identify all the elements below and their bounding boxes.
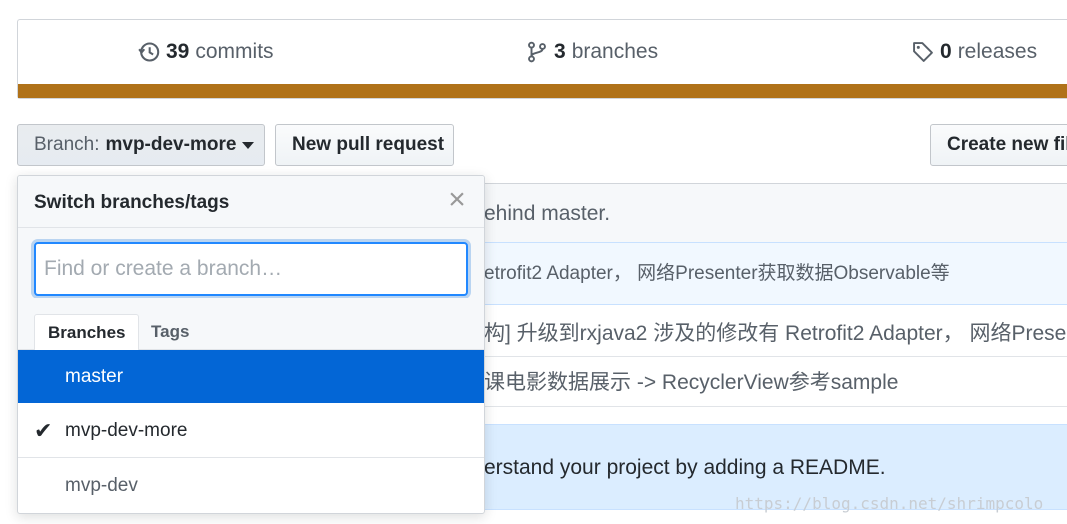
- branch-icon: [528, 41, 546, 63]
- latest-commit-row[interactable]: etrofit2 Adapter， 网络Presenter获取数据Observa…: [484, 243, 1067, 305]
- tab-tags[interactable]: Tags: [138, 314, 202, 351]
- summary-row: 39 commits 3 branches 0 releases: [18, 20, 1067, 84]
- commits-label: commits: [195, 40, 274, 63]
- branch-filter-input[interactable]: [34, 242, 468, 296]
- check-icon: ✔: [34, 418, 53, 443]
- file-row-commit-message[interactable]: 构] 升级到rxjava2 涉及的修改有 Retrofit2 Adapter， …: [484, 305, 1067, 357]
- watermark: https://blog.csdn.net/shrimpcolo: [735, 494, 1044, 513]
- branch-item-master[interactable]: master: [18, 350, 484, 403]
- branch-status-row: ehind master.: [484, 183, 1067, 243]
- branch-item-label: mvp-dev: [65, 475, 138, 496]
- branch-dropdown-menu: Switch branches/tags × Branches Tags mas…: [17, 175, 485, 514]
- dropdown-tabs: Branches Tags: [18, 298, 484, 351]
- file-row-commit-message[interactable]: 课电影数据展示 -> RecyclerView参考sample: [484, 357, 1067, 407]
- branch-item-label: mvp-dev-more: [65, 420, 188, 441]
- commits-link[interactable]: 39 commits: [138, 40, 274, 64]
- caret-down-icon: [242, 141, 255, 149]
- branch-item-mvp-dev[interactable]: mvp-dev: [18, 458, 484, 513]
- commits-count: 39: [166, 40, 190, 63]
- branch-select-button[interactable]: Branch: mvp-dev-more: [17, 124, 265, 166]
- language-bar[interactable]: [18, 84, 1067, 98]
- tag-icon: [913, 42, 933, 62]
- create-new-file-button[interactable]: Create new file: [930, 124, 1067, 166]
- branches-count: 3: [554, 40, 566, 63]
- dropdown-header: Switch branches/tags ×: [18, 176, 484, 228]
- close-icon[interactable]: ×: [444, 185, 470, 216]
- history-icon: [138, 42, 160, 62]
- releases-count: 0: [940, 40, 952, 63]
- releases-link[interactable]: 0 releases: [912, 40, 1037, 64]
- branches-label: branches: [571, 40, 659, 63]
- branch-list: master ✔ mvp-dev-more mvp-dev: [18, 350, 484, 513]
- branch-item-mvp-dev-more[interactable]: ✔ mvp-dev-more: [18, 403, 484, 458]
- dropdown-title: Switch branches/tags: [34, 192, 230, 213]
- releases-label: releases: [957, 40, 1038, 63]
- branches-link[interactable]: 3 branches: [526, 40, 658, 64]
- tab-branches[interactable]: Branches: [34, 314, 140, 351]
- branch-prefix: Branch:: [34, 134, 100, 155]
- current-branch-name: mvp-dev-more: [105, 134, 237, 155]
- repo-summary-bar: 39 commits 3 branches 0 releases: [17, 19, 1067, 99]
- branch-item-label: master: [65, 366, 124, 387]
- new-pull-request-button[interactable]: New pull request: [275, 124, 454, 166]
